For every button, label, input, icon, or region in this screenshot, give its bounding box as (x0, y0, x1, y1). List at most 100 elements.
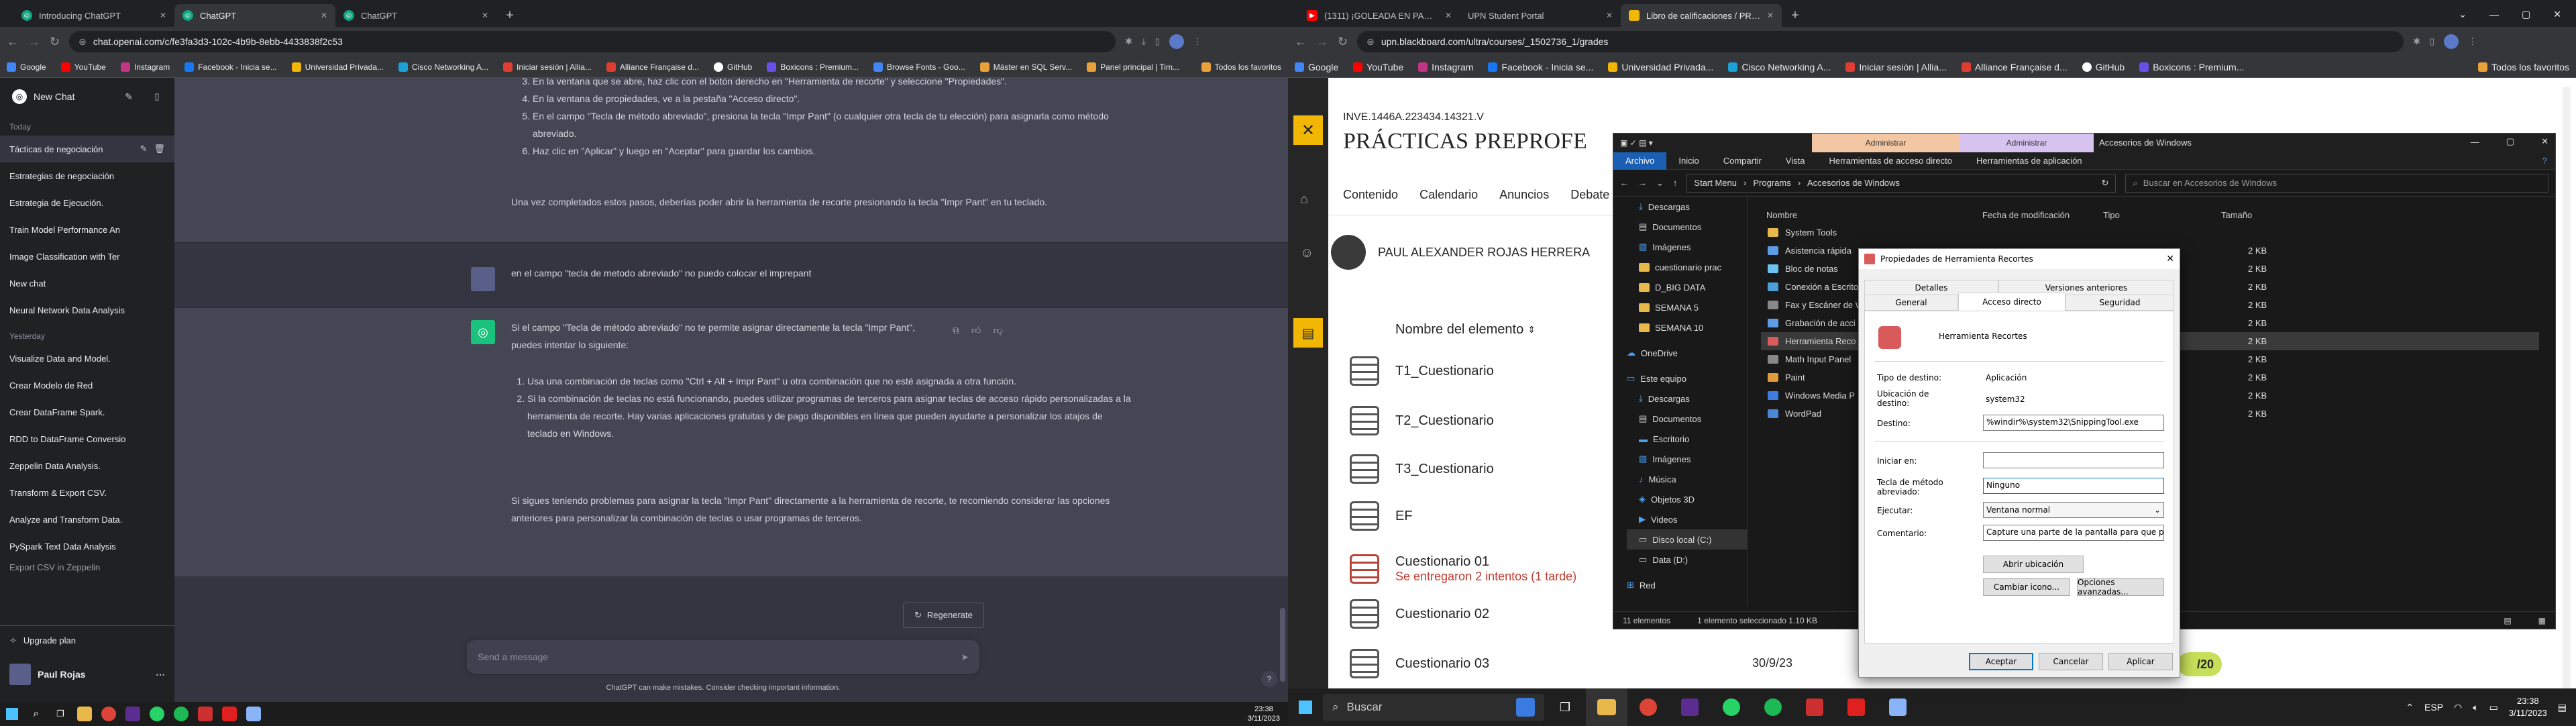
tree-item[interactable]: ⤓ Descargas (1627, 388, 1747, 409)
col-name[interactable]: Nombre (1761, 210, 1982, 220)
close-window-icon[interactable]: ✕ (2553, 9, 2561, 20)
ribbon-context-manage-app[interactable]: Administrar (1960, 134, 2094, 152)
bookmark-alliance[interactable]: Alliance Française d... (1961, 62, 2068, 72)
task-view-icon[interactable]: ❐ (1544, 688, 1586, 726)
grade-item[interactable]: Cuestionario 03 (1350, 648, 1489, 679)
bookmark-alliance-login[interactable]: Iniciar sesión | Allia... (1845, 62, 1947, 72)
message-input[interactable]: Send a message ➤ (467, 640, 979, 674)
close-tab-icon[interactable]: ✕ (1606, 11, 1613, 20)
tree-item-selected[interactable]: ▭ Disco local (C:) (1627, 529, 1747, 550)
shortcut-key-input[interactable]: Ninguno (1983, 478, 2164, 494)
file-row[interactable]: System Tools (1761, 223, 2539, 242)
close-tab-icon[interactable]: ✕ (160, 11, 166, 20)
explorer-search[interactable]: ⌕ Buscar en Accesorios de Windows (2125, 173, 2548, 193)
close-sidebar-button[interactable]: ▯ (145, 85, 169, 109)
nav-debate[interactable]: Debate (1570, 188, 1609, 202)
close-course-button[interactable]: ✕ (1293, 115, 1323, 145)
quick-access-toolbar[interactable]: ▣ ✓ ▤ ▾ (1620, 138, 1653, 148)
refresh-icon[interactable]: ↻ (2102, 178, 2109, 189)
tab-introducing-chatgpt[interactable]: ◎ Introducing ChatGPT ✕ (13, 4, 174, 27)
chat-item[interactable]: Neural Network Data Analysis (0, 297, 174, 323)
app-icon[interactable] (193, 702, 217, 726)
chat-item[interactable]: Estrategia de Ejecución. (0, 189, 174, 216)
tree-item-this-pc[interactable]: ▭ Este equipo (1627, 368, 1747, 388)
bookmark-boxicons[interactable]: Boxicons : Premium... (2139, 62, 2244, 72)
right-clock[interactable]: 23:38 3/11/2023 (2509, 695, 2547, 719)
apply-button[interactable]: Aplicar (2108, 653, 2173, 670)
chat-item[interactable]: New chat (0, 270, 174, 297)
wifi-icon[interactable]: ◠ (2454, 702, 2462, 713)
upgrade-plan-button[interactable]: ✧ Upgrade plan (0, 625, 174, 655)
bookmark-cisco[interactable]: Cisco Networking A... (1728, 62, 1831, 72)
chat-item[interactable]: Export CSV in Zeppelin (0, 560, 174, 574)
chat-item[interactable]: Train Model Performance An (0, 216, 174, 243)
tree-item-network[interactable]: ⊞ Red (1627, 575, 1747, 595)
help-icon[interactable]: ? (2542, 156, 2555, 166)
tree-item[interactable]: D_BIG DATA (1627, 277, 1747, 297)
chrome-icon[interactable] (1627, 688, 1669, 726)
tab-general[interactable]: General (1864, 295, 1958, 311)
whatsapp-icon[interactable] (145, 702, 169, 726)
spotify-icon[interactable] (1752, 688, 1794, 726)
windows-start-icon[interactable] (0, 702, 24, 726)
forward-icon[interactable]: → (28, 35, 40, 49)
close-tab-icon[interactable]: ✕ (321, 11, 327, 20)
bookmark-instagram[interactable]: Instagram (120, 62, 170, 72)
grade-item[interactable]: Cuestionario 01 Se entregaron 2 intentos… (1350, 549, 1576, 589)
sidepanel-icon[interactable]: ▯ (2430, 36, 2434, 47)
task-view-icon[interactable]: ❐ (48, 702, 72, 726)
address-bar[interactable]: ⊜ upn.blackboard.com/ultra/courses/_1502… (1357, 31, 2404, 52)
grade-item[interactable]: T2_Cuestionario (1350, 405, 1494, 436)
ribbon-context-manage[interactable]: Administrar (1812, 134, 1960, 152)
download-icon[interactable]: ⤓ (1142, 36, 1146, 47)
nav-anuncios[interactable]: Anuncios (1499, 188, 1549, 202)
profile-avatar[interactable] (1169, 34, 1184, 49)
spotify-icon[interactable] (169, 702, 193, 726)
app-icon[interactable] (121, 702, 145, 726)
ribbon-tab-archivo[interactable]: Archivo (1613, 152, 1667, 170)
new-tab-button[interactable]: + (496, 4, 523, 27)
tab-upn-portal[interactable]: UPN Student Portal ✕ (1460, 4, 1621, 27)
close-tab-icon[interactable]: ✕ (1767, 11, 1774, 20)
minimize-icon[interactable]: — (2489, 9, 2499, 20)
extensions-icon[interactable]: ✱ (1125, 36, 1132, 47)
chat-item[interactable]: Transform & Export CSV. (0, 479, 174, 506)
copy-icon[interactable]: ⧉ (953, 321, 959, 339)
col-size[interactable]: Tamaño (2221, 210, 2288, 220)
edit-icon[interactable]: ✎ (140, 144, 148, 154)
tree-item[interactable]: ♪ Música (1627, 469, 1747, 489)
new-chat-button[interactable]: ◎ New Chat ✎ (5, 83, 140, 110)
grades-icon[interactable]: ▤ (1293, 318, 1323, 348)
tree-item[interactable]: ▨ Imágenes (1627, 449, 1747, 469)
run-select[interactable]: Ventana normal ⌄ (1983, 502, 2164, 518)
file-explorer-icon[interactable] (72, 702, 97, 726)
windows-start-icon[interactable] (1288, 688, 1323, 726)
app-icon[interactable] (1794, 688, 1835, 726)
ribbon-tab-inicio[interactable]: Inicio (1666, 152, 1711, 170)
acrobat-icon[interactable] (217, 702, 241, 726)
bookmark-facebook[interactable]: Facebook - Inicia se... (184, 62, 277, 72)
acrobat-icon[interactable] (1835, 688, 1877, 726)
address-bar[interactable]: ⊜ chat.openai.com/c/fe3fa3d3-102c-4b9b-8… (69, 31, 1116, 52)
notifications-icon[interactable]: ▤ (2558, 702, 2567, 713)
chat-item[interactable]: PySpark Text Data Analysis (0, 533, 174, 560)
chat-item-active[interactable]: Tácticas de negociación ✎ 🗑 (0, 136, 174, 162)
all-bookmarks[interactable]: Todos los favoritos (2478, 62, 2569, 72)
ribbon-tab-shortcut-tools[interactable]: Herramientas de acceso directo (1817, 152, 1964, 170)
user-menu[interactable]: Paul Rojas ⋯ (0, 658, 174, 691)
minimize-icon[interactable]: — (2471, 137, 2479, 147)
tab-chatgpt-active[interactable]: ◎ ChatGPT ✕ (174, 4, 335, 27)
whatsapp-icon[interactable] (1711, 688, 1752, 726)
snipping-tool-icon[interactable] (1877, 688, 1919, 726)
tab-gradebook[interactable]: Libro de calificaciones / PRÁCTI ✕ (1621, 4, 1782, 27)
maximize-icon[interactable]: ▢ (2506, 136, 2514, 147)
close-tab-icon[interactable]: ✕ (1445, 11, 1452, 20)
bookmark-universidad[interactable]: Universidad Privada... (1608, 62, 1713, 72)
thumbs-up-icon[interactable]: 👍︎ (971, 321, 981, 339)
tree-item[interactable]: SEMANA 5 (1627, 297, 1747, 317)
send-icon[interactable]: ➤ (961, 648, 969, 666)
grade-item[interactable]: Cuestionario 02 (1350, 599, 1489, 629)
bookmark-google[interactable]: Google (1295, 62, 1338, 72)
profile-icon[interactable]: ☺ (1300, 246, 1313, 261)
page-scrollbar[interactable] (2563, 87, 2571, 698)
